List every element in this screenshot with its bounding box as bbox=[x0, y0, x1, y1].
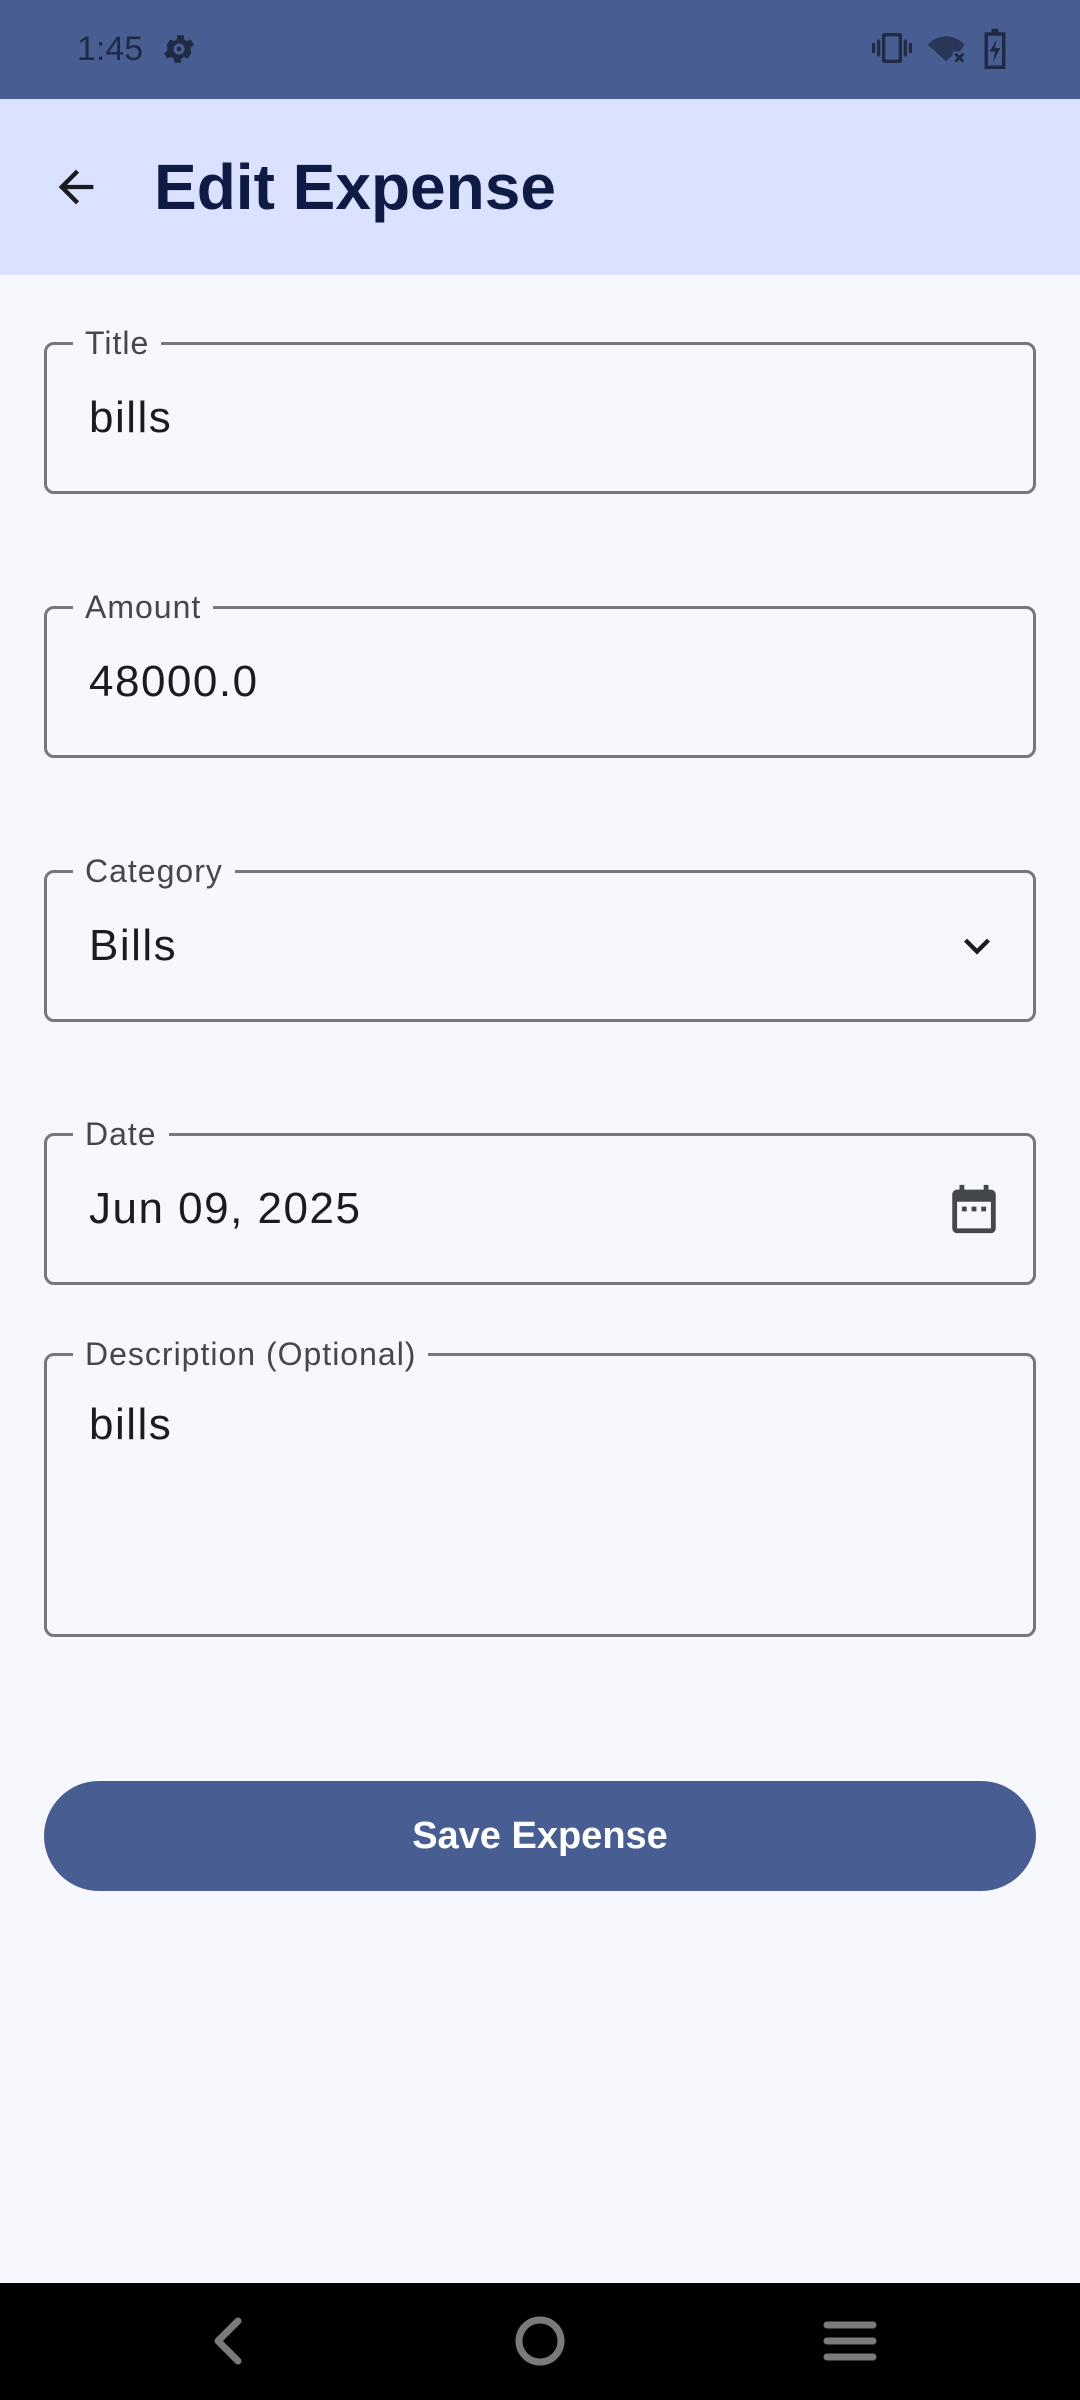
save-expense-button[interactable]: Save Expense bbox=[44, 1781, 1036, 1891]
wifi-off-icon bbox=[926, 28, 966, 73]
arrow-back-icon bbox=[58, 169, 94, 205]
title-field-value: bills bbox=[89, 393, 173, 442]
amount-field[interactable]: Amount 48000.0 bbox=[44, 587, 1036, 758]
description-field-label: Description (Optional) bbox=[73, 1334, 429, 1374]
date-field-value: Jun 09, 2025 bbox=[89, 1184, 362, 1233]
status-time: 1:45 bbox=[77, 30, 144, 68]
vibrate-icon bbox=[872, 28, 912, 73]
nav-recents-icon[interactable] bbox=[820, 2311, 880, 2371]
description-field-value: bills bbox=[89, 1400, 173, 1449]
battery-charging-icon bbox=[980, 27, 1010, 74]
status-bar: 1:45 bbox=[0, 0, 1080, 99]
description-field[interactable]: Description (Optional) bills bbox=[44, 1334, 1036, 1637]
amount-field-value: 48000.0 bbox=[89, 657, 259, 706]
top-app-bar: Edit Expense bbox=[0, 99, 1080, 275]
date-field[interactable]: Date Jun 09, 2025 bbox=[44, 1114, 1036, 1285]
category-selected-value: Bills bbox=[89, 921, 178, 970]
system-nav-bar bbox=[0, 2283, 1080, 2400]
chevron-down-icon[interactable] bbox=[951, 873, 1003, 1019]
category-dropdown[interactable]: Category Bills bbox=[44, 851, 1036, 1022]
status-icons bbox=[872, 26, 1010, 74]
nav-back-icon[interactable] bbox=[198, 2311, 258, 2371]
nav-home-icon[interactable] bbox=[510, 2311, 570, 2371]
back-button[interactable] bbox=[36, 141, 116, 233]
settings-icon bbox=[160, 30, 198, 68]
calendar-icon[interactable] bbox=[945, 1136, 1003, 1282]
title-field[interactable]: Title bills bbox=[44, 323, 1036, 494]
page-title: Edit Expense bbox=[154, 151, 556, 223]
